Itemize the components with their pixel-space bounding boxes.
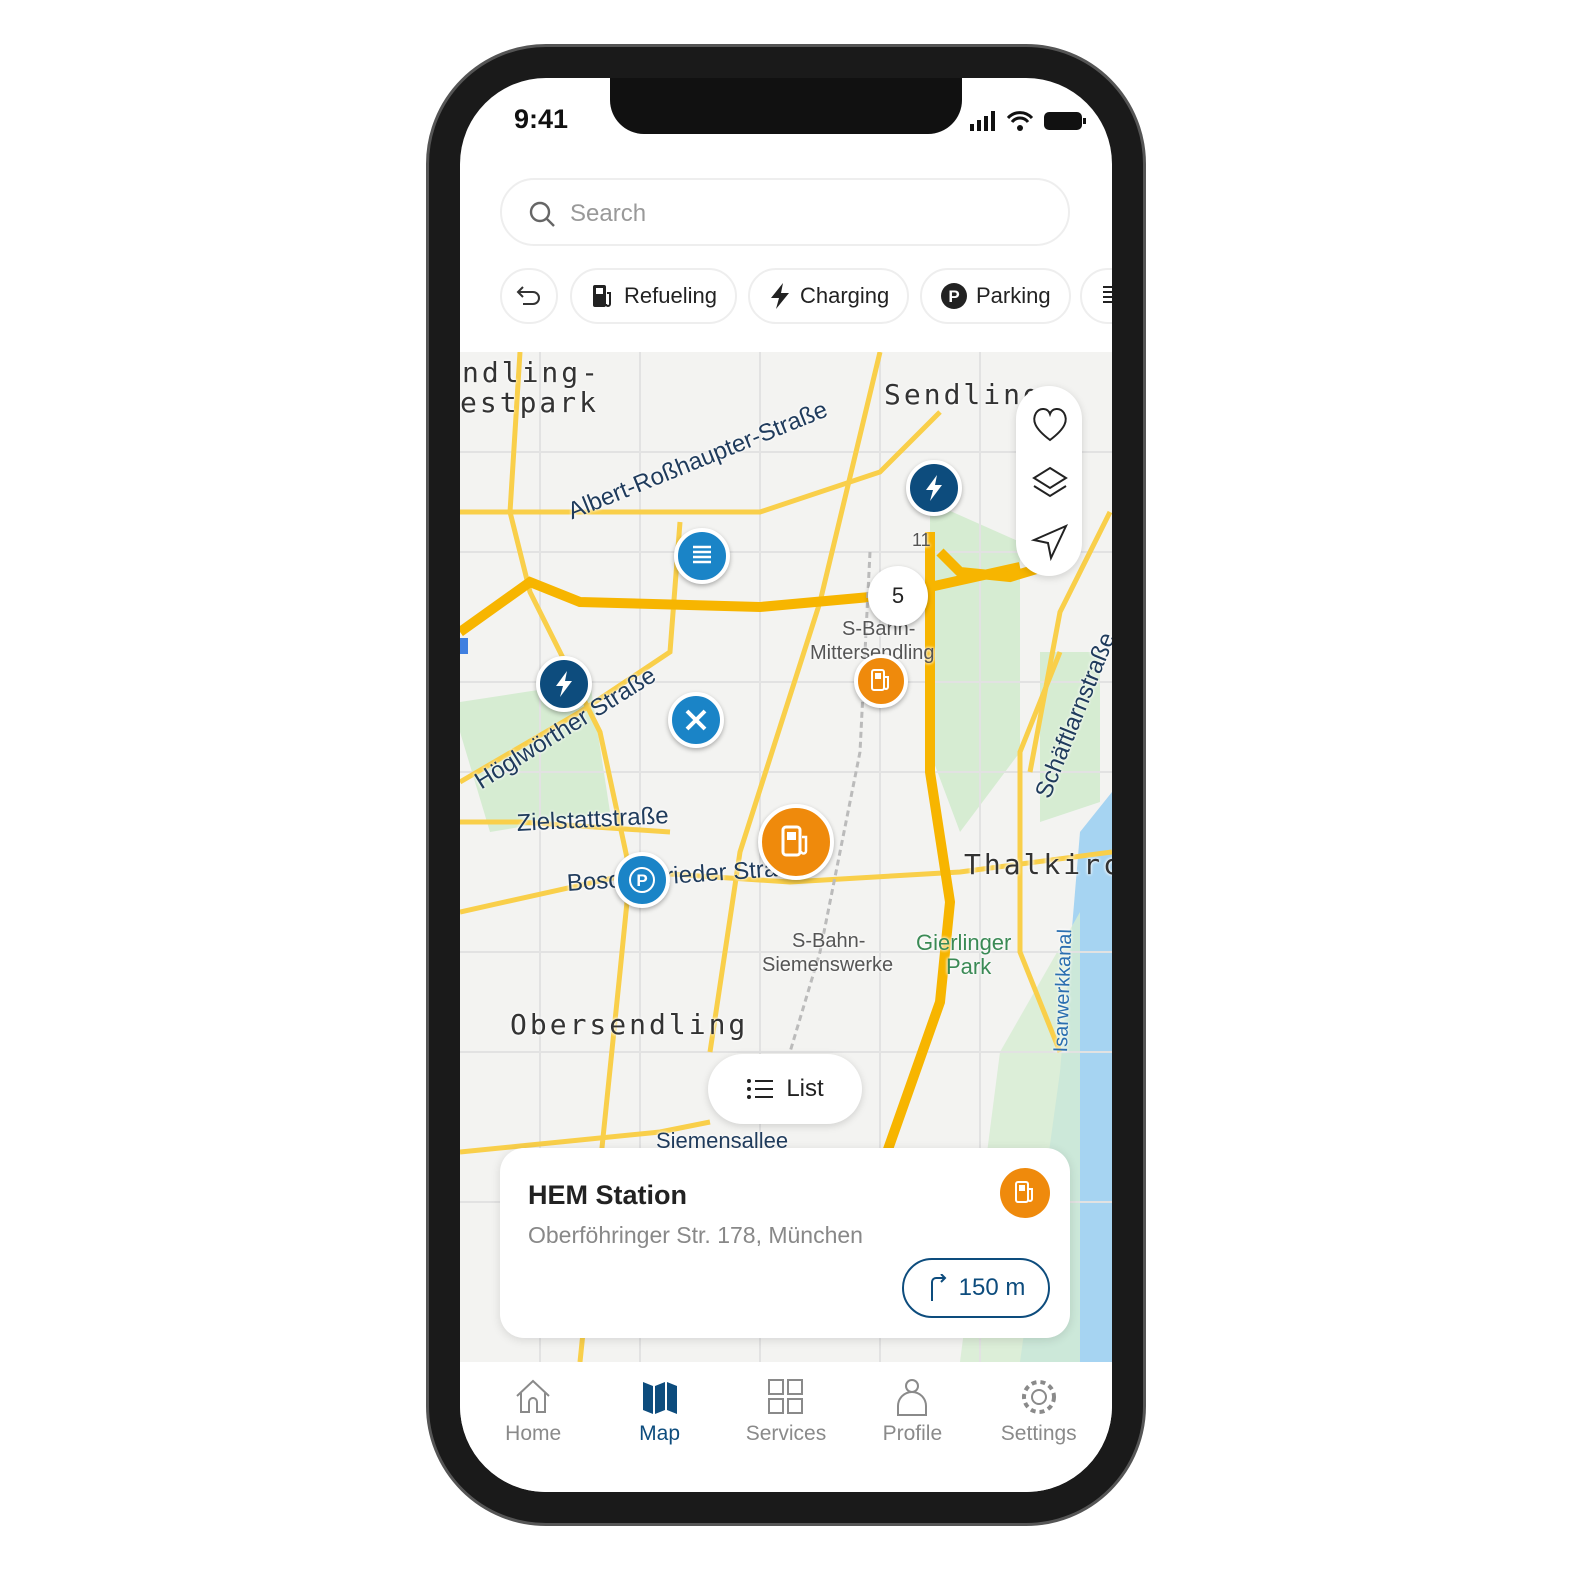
filter-parking[interactable]: P Parking bbox=[920, 268, 1071, 324]
map-label: ndling- bbox=[462, 356, 602, 389]
bolt-icon bbox=[771, 283, 789, 309]
filter-refueling[interactable]: Refueling bbox=[570, 268, 737, 324]
map-label: S-Bahn- bbox=[792, 930, 866, 952]
gear-icon bbox=[1021, 1380, 1056, 1414]
nav-label: Profile bbox=[882, 1422, 943, 1445]
charging-pin[interactable] bbox=[536, 656, 592, 712]
filter-label: Parking bbox=[976, 283, 1051, 308]
search-input[interactable]: Search bbox=[500, 178, 1070, 246]
nav-services[interactable]: Services bbox=[731, 1362, 841, 1492]
nav-home[interactable]: Home bbox=[478, 1362, 588, 1492]
map-label: Park bbox=[946, 954, 992, 979]
home-icon bbox=[516, 1379, 550, 1413]
map-label: Obersendling bbox=[510, 1008, 749, 1041]
nav-label: Services bbox=[745, 1422, 827, 1445]
fuel-icon bbox=[781, 825, 808, 857]
svg-text:P: P bbox=[948, 287, 959, 306]
nav-label: Home bbox=[505, 1422, 562, 1445]
layers-icon[interactable] bbox=[1030, 464, 1070, 504]
bottom-nav: Home Map Services Profile Settings bbox=[460, 1362, 1112, 1492]
directions-icon bbox=[930, 1274, 947, 1301]
cluster-marker[interactable]: 5 bbox=[868, 566, 928, 626]
locate-icon[interactable] bbox=[1030, 522, 1070, 562]
directions-button[interactable]: 150 m bbox=[902, 1258, 1050, 1318]
person-icon bbox=[897, 1379, 928, 1416]
parking-icon: P bbox=[941, 283, 967, 309]
nav-map[interactable]: Map bbox=[605, 1362, 715, 1492]
station-card[interactable]: HEM Station Oberföhringer Str. 178, Münc… bbox=[500, 1148, 1070, 1338]
nav-settings[interactable]: Settings bbox=[984, 1362, 1094, 1492]
map-controls bbox=[1016, 386, 1082, 576]
parking-icon: P bbox=[629, 867, 655, 893]
reset-filter-button[interactable] bbox=[500, 268, 558, 324]
fuel-badge bbox=[1000, 1168, 1050, 1218]
map-label: Siemenswerke bbox=[762, 954, 894, 976]
bolt-icon bbox=[926, 475, 942, 501]
carwash-icon bbox=[1103, 286, 1112, 303]
map-label: 11 bbox=[912, 530, 931, 550]
service-pin[interactable] bbox=[668, 692, 724, 748]
map-label: Gierlinger bbox=[916, 930, 1012, 955]
map-icon bbox=[642, 1382, 677, 1414]
status-time: 9:41 bbox=[514, 104, 569, 134]
parking-pin[interactable]: P bbox=[614, 852, 670, 908]
filter-label: Charging bbox=[800, 283, 890, 308]
map-label: Thalkirchen bbox=[964, 848, 1112, 881]
fuel-icon bbox=[1015, 1181, 1033, 1203]
map-label: Isarwerkkanal bbox=[1050, 928, 1077, 1053]
nav-label: Map bbox=[639, 1422, 680, 1445]
station-address: Oberföhringer Str. 178, München bbox=[528, 1222, 863, 1248]
tools-icon bbox=[685, 709, 707, 731]
carwash-pin[interactable] bbox=[674, 528, 730, 584]
list-icon bbox=[747, 1079, 774, 1099]
station-title: HEM Station bbox=[528, 1180, 687, 1210]
grid-icon bbox=[767, 1379, 803, 1414]
fuel-icon bbox=[593, 285, 611, 307]
list-button[interactable]: List bbox=[708, 1054, 862, 1124]
search-icon bbox=[529, 201, 555, 227]
map-label: estpark bbox=[460, 386, 600, 419]
filter-label: Refueling bbox=[624, 283, 717, 308]
favorites-icon[interactable] bbox=[1030, 404, 1070, 444]
bolt-icon bbox=[556, 671, 572, 697]
fuel-pin-selected[interactable] bbox=[758, 804, 834, 880]
svg-text:P: P bbox=[636, 871, 647, 890]
filter-carwash[interactable] bbox=[1080, 268, 1112, 324]
fuel-icon bbox=[871, 669, 889, 691]
status-icons bbox=[970, 111, 1086, 131]
notch bbox=[610, 78, 962, 134]
fuel-pin[interactable] bbox=[854, 654, 908, 708]
filter-charging[interactable]: Charging bbox=[748, 268, 910, 324]
undo-icon bbox=[516, 286, 540, 305]
list-label: List bbox=[786, 1075, 824, 1102]
nav-label: Settings bbox=[1000, 1422, 1077, 1445]
screen: 9:41 Search Refueling Charging P Parking bbox=[460, 78, 1112, 1492]
charging-pin[interactable] bbox=[906, 460, 962, 516]
nav-profile[interactable]: Profile bbox=[857, 1362, 967, 1492]
search-placeholder: Search bbox=[570, 200, 647, 227]
distance-label: 150 m bbox=[958, 1274, 1026, 1301]
carwash-icon bbox=[693, 545, 711, 564]
